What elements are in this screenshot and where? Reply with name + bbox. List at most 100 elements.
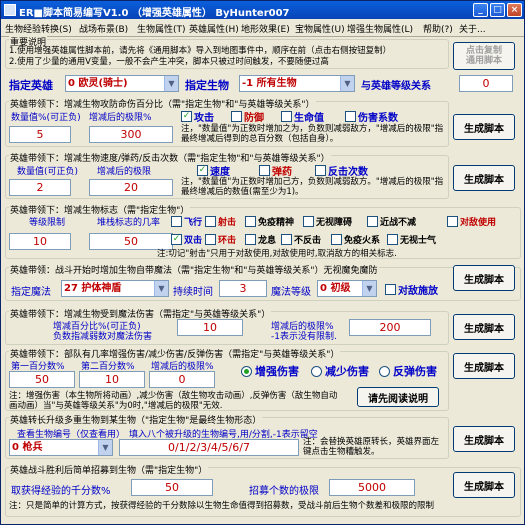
- g1-note: 注，"数量值"为正数时增加之为，负数则减弱敌方，"增减后的极限"指最终增减后得到…: [181, 124, 444, 144]
- g3-check-dragon-breath[interactable]: 龙息: [245, 233, 276, 246]
- g5-generate-button[interactable]: 生成脚本: [453, 314, 515, 340]
- g3-check-shoot[interactable]: 射击: [205, 215, 236, 228]
- g5-limit-input[interactable]: 200: [349, 319, 431, 336]
- menu-bar: 生物经验转换(S) 战场布景(B) 生物属性(T) 英雄属性(H) 地形效果(E…: [1, 19, 524, 37]
- g3-check-on-enemy[interactable]: 对敌使用: [447, 215, 496, 228]
- g7-title: 英雄转长升级多重生物到某生物（"指定生物"是最终生物形态）: [9, 413, 263, 426]
- g3-check-fly[interactable]: 飞行: [171, 215, 202, 228]
- chevron-down-icon: ▼: [98, 440, 112, 455]
- g2-check-speed[interactable]: ✓ 速度: [197, 163, 230, 178]
- g2-col1-label: 数量值(可正负): [17, 167, 79, 177]
- g4-spell-select[interactable]: 27 护体神盾 ▼: [61, 280, 169, 297]
- menu-battlefield[interactable]: 战场布景(B): [79, 22, 128, 35]
- g1-generate-button[interactable]: 生成脚本: [453, 114, 515, 140]
- copy-common-script-button[interactable]: 点击复制 通用脚本: [453, 42, 515, 70]
- hero-select[interactable]: 0 欧灵(骑士) ▼: [65, 75, 179, 92]
- close-button[interactable]: ×: [507, 3, 522, 17]
- g8-limit-input[interactable]: 5000: [329, 479, 415, 496]
- g3-col1-label: 等级限制: [29, 218, 66, 228]
- g4-duration-input[interactable]: 3: [219, 280, 267, 297]
- level-relation-label: 与英雄等级关系: [361, 81, 431, 92]
- g5-col1b-label: 负数指减弱数对魔法伤害: [53, 332, 153, 342]
- hero-label: 指定英雄: [9, 79, 53, 92]
- g4-check-on-enemy[interactable]: 对敌施放: [385, 282, 438, 297]
- g6-read-button[interactable]: 请先阅读说明: [357, 387, 439, 407]
- g4-duration-label: 持续时间: [173, 287, 213, 298]
- g7-note: 注：会替换英雄原转长，英雄界面左键点击生物糟触发。: [303, 437, 440, 457]
- g7-generate-button[interactable]: 生成脚本: [453, 426, 515, 452]
- g8-title: 英雄战斗胜利后简单招募到生物（需"指定生物"）: [9, 463, 209, 476]
- g8-generate-button[interactable]: 生成脚本: [453, 472, 515, 498]
- g1-check-attack[interactable]: ✓ 攻击: [181, 109, 214, 124]
- g8-note: 注：只是简单的计算方式，按获得经验的千分数除以生物生命值得到招募数，受战斗前后生…: [9, 501, 435, 511]
- g2-col2-label: 增减后的极限: [97, 167, 152, 177]
- g1-check-defense[interactable]: 防御: [231, 109, 264, 124]
- g2-note: 注，"数量值"为正数时增加己方，负数则减弱敌方。"增减后的极限"指最终增减后的数…: [181, 177, 444, 197]
- g3-level-input[interactable]: 10: [9, 233, 71, 250]
- g6-generate-button[interactable]: 生成脚本: [453, 353, 515, 379]
- check-icon: ✓: [197, 165, 208, 176]
- g1-col1-label: 数量值%(可正负): [11, 113, 81, 123]
- g3-check-no-retaliate[interactable]: 不反击: [281, 233, 321, 246]
- g6-note: 注：增强伤害（本生物所将动画）,减少伤害（敌生物攻击动画）,反弹伤害（敌生物自动…: [9, 391, 338, 411]
- creature-label: 指定生物: [185, 79, 229, 92]
- important-line-2: 2.使用了少量的通用V变量，一般不会产生冲突，脚本只被过时间触发，不要随便过高: [9, 57, 329, 67]
- g6-radio-reduce[interactable]: 减少伤害: [311, 363, 369, 379]
- chevron-down-icon: ▼: [164, 76, 178, 91]
- minimize-button[interactable]: _: [473, 3, 488, 17]
- g3-check-no-obstacle[interactable]: 无视障碍: [303, 215, 352, 228]
- g8-label2: 招募个数的极限: [249, 486, 319, 497]
- g6-radio-reflect[interactable]: 反弹伤害: [379, 363, 437, 379]
- g6-second-input[interactable]: 10: [79, 371, 145, 388]
- g7-ids-input[interactable]: 0/1/2/3/4/5/6/7: [119, 439, 299, 456]
- menu-about[interactable]: 关于...: [459, 22, 486, 35]
- window-title: ER■脚本简易编写V1.0 （增强英雄属性） ByHunter007: [19, 8, 290, 19]
- g6-first-input[interactable]: 50: [9, 371, 75, 388]
- g3-check-double-strike[interactable]: ✓ 双击: [171, 233, 202, 246]
- important-line-1: 1.使用增强英雄属性脚本前，请先将《通用脚本》导入到地图事件中，顺序在前（点击右…: [9, 46, 392, 56]
- g1-value-input[interactable]: 5: [9, 126, 71, 143]
- g3-check-fire-immune[interactable]: 免疫火系: [331, 233, 380, 246]
- menu-enhance-creature[interactable]: 增强生物属性(L): [347, 22, 413, 35]
- menu-creature-attr[interactable]: 生物属性(T): [137, 22, 186, 35]
- maximize-button[interactable]: □: [490, 3, 505, 17]
- g2-value-input[interactable]: 2: [9, 179, 71, 196]
- g5-col2b-label: -1表示没有限制.: [271, 332, 337, 342]
- g6-radio-increase[interactable]: 增强伤害: [241, 363, 299, 379]
- g1-check-damage[interactable]: 伤害系数: [345, 109, 398, 124]
- g1-check-hp[interactable]: 生命值: [281, 109, 324, 124]
- g1-col2-label: 增减后的极限%: [89, 113, 152, 123]
- g4-level-label: 魔法等级: [271, 287, 311, 298]
- g7-creature-select[interactable]: 0 枪兵 ▼: [9, 439, 113, 456]
- g6-limit-input[interactable]: 0: [149, 371, 215, 388]
- g5-value-input[interactable]: 10: [177, 319, 243, 336]
- g3-chance-input[interactable]: 50: [89, 233, 173, 250]
- g3-check-no-melee-penalty[interactable]: 近战不减: [367, 215, 416, 228]
- title-bar[interactable]: ER■脚本简易编写V1.0 （增强英雄属性） ByHunter007 _ □ ×: [1, 1, 524, 19]
- check-icon: ✓: [171, 234, 182, 245]
- g3-check-ignore-morale[interactable]: 无视士气: [387, 233, 436, 246]
- menu-help[interactable]: 帮助(?): [423, 22, 453, 35]
- g2-check-retaliation[interactable]: 反击次数: [315, 163, 368, 178]
- app-icon: [4, 4, 16, 16]
- g3-check-circle-strike[interactable]: 环击: [205, 233, 236, 246]
- menu-exp-convert[interactable]: 生物经验转换(S): [5, 22, 72, 35]
- g2-limit-input[interactable]: 20: [89, 179, 173, 196]
- g1-limit-input[interactable]: 300: [89, 126, 173, 143]
- g4-title: 英雄带领：战斗开始时增加生物自带魔法（需"指定生物"和"与英雄等级关系"）无视魔…: [9, 263, 379, 276]
- g2-check-ammo[interactable]: 弹药: [259, 163, 292, 178]
- chevron-down-icon: ▼: [362, 281, 376, 296]
- level-relation-input[interactable]: 0: [459, 75, 513, 92]
- g2-generate-button[interactable]: 生成脚本: [453, 165, 515, 191]
- menu-terrain[interactable]: 地形效果(E): [241, 22, 290, 35]
- g3-note: 注:切记"射击"只用于对敌使用,对敌使用时,取消敌方的相关标志.: [157, 249, 397, 259]
- creature-select[interactable]: -1 所有生物 ▼: [239, 75, 355, 92]
- g8-exp-input[interactable]: 50: [131, 479, 213, 496]
- g8-label1: 取获得经验的千分数%: [11, 486, 111, 497]
- g4-generate-button[interactable]: 生成脚本: [453, 265, 515, 291]
- menu-hero-attr[interactable]: 英雄属性(H): [189, 22, 239, 35]
- g3-check-mind-immune[interactable]: 免疫精神: [245, 215, 294, 228]
- menu-artifact[interactable]: 宝物属性(U): [295, 22, 345, 35]
- check-icon: ✓: [181, 111, 192, 122]
- g4-level-select[interactable]: 0 初级 ▼: [317, 280, 377, 297]
